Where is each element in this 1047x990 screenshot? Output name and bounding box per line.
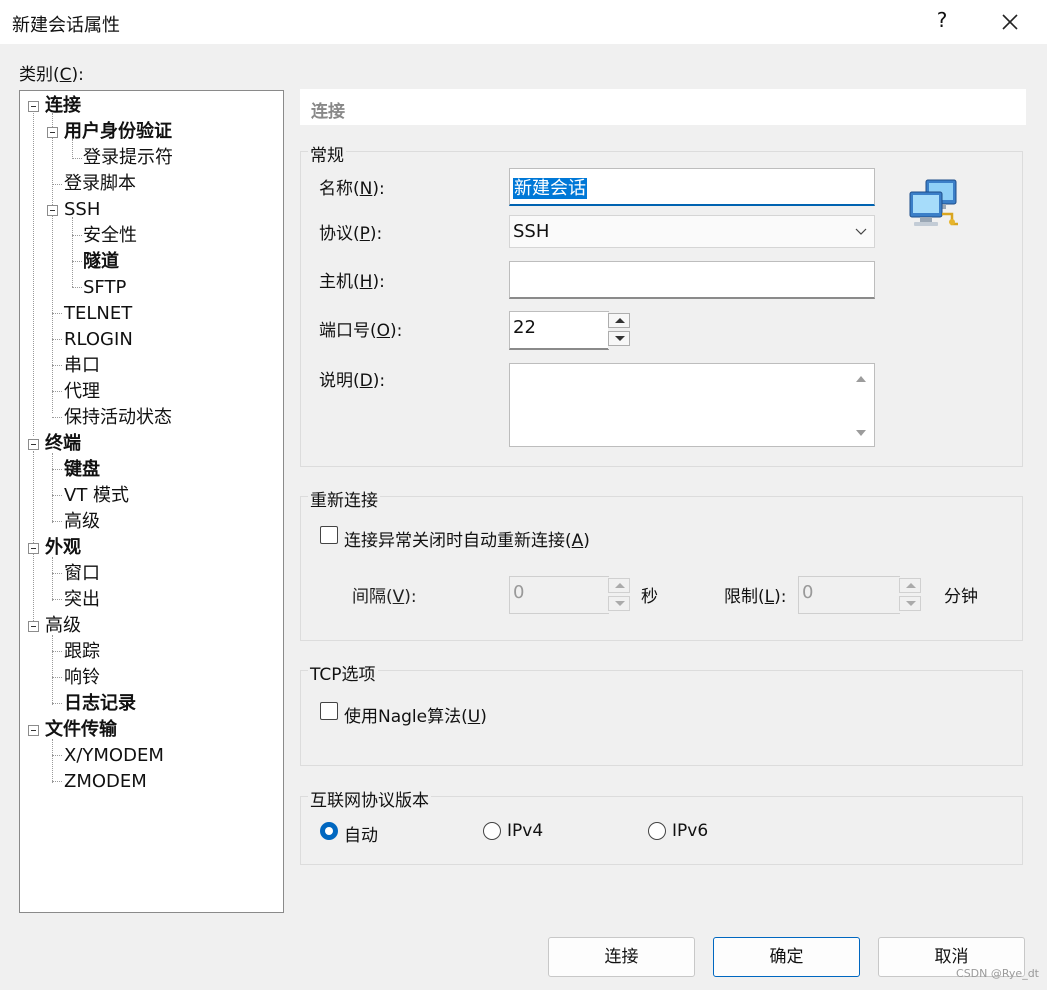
radio-auto[interactable] [320,822,338,840]
tree-item-login-prompts[interactable]: 登录提示符 [83,147,173,169]
tree-item-highlight[interactable]: 突出 [64,589,100,611]
tree-item-zmodem[interactable]: ZMODEM [64,771,147,793]
radio-ipv6[interactable] [648,822,666,840]
tree-item-vt-mode[interactable]: VT 模式 [64,485,129,507]
description-label: 说明(D): [319,371,386,391]
connect-button[interactable]: 连接 [548,937,695,977]
expander-file-transfer[interactable] [28,725,39,736]
tree-item-proxy[interactable]: 代理 [64,381,100,403]
nagle-checkbox[interactable] [320,702,338,720]
expander-appearance[interactable] [28,543,39,554]
radio-auto-label[interactable]: 自动 [344,821,378,846]
network-computers-icon [909,179,958,226]
tree-item-telnet[interactable]: TELNET [64,303,132,325]
tree-item-security[interactable]: 安全性 [83,225,137,247]
tree-item-terminal[interactable]: 终端 [45,433,81,455]
expander-connection[interactable] [28,101,39,112]
auto-reconnect-label[interactable]: 连接异常关闭时自动重新连接(A) [344,526,590,551]
category-tree[interactable]: 连接 用户身份验证 登录提示符 登录脚本 SSH 安全性 隧道 SFTP TEL… [19,90,284,913]
close-button[interactable] [996,6,1024,38]
port-field[interactable]: 22 [509,311,609,350]
tree-item-login-script[interactable]: 登录脚本 [64,173,136,195]
pane-title: 连接 [311,102,345,122]
expander-ssh[interactable] [47,205,58,216]
tree-item-rlogin[interactable]: RLOGIN [64,329,133,351]
port-label: 端口号(O): [319,321,403,341]
name-field[interactable]: 新建会话 [509,168,875,206]
tree-item-trace[interactable]: 跟踪 [64,641,100,663]
tree-item-user-auth[interactable]: 用户身份验证 [64,121,172,143]
tree-item-appearance[interactable]: 外观 [45,537,81,559]
ip-version-group-label: 互联网协议版本 [308,786,431,811]
watermark: CSDN @Rye_dt [956,967,1039,980]
limit-field[interactable]: 0 [798,576,900,614]
protocol-select[interactable]: SSH [509,215,875,248]
help-button[interactable]: ? [930,8,954,36]
limit-label: 限制(L): [724,587,787,607]
chevron-down-icon [855,228,867,235]
limit-down-button[interactable] [899,596,921,611]
window-title: 新建会话属性 [12,15,120,36]
tree-item-ssh[interactable]: SSH [64,199,100,221]
title-bar: 新建会话属性 ? [0,0,1047,44]
interval-field[interactable]: 0 [509,576,609,614]
tree-item-keyboard[interactable]: 键盘 [64,459,100,481]
description-field[interactable] [509,363,875,447]
interval-unit: 秒 [641,587,658,607]
port-down-button[interactable] [608,331,630,346]
limit-up-button[interactable] [899,578,921,593]
nagle-label[interactable]: 使用Nagle算法(U) [344,702,487,727]
host-label: 主机(H): [319,272,385,292]
tree-item-logging[interactable]: 日志记录 [64,693,136,715]
interval-up-button[interactable] [608,578,630,593]
tcp-group-label: TCP选项 [308,660,378,685]
limit-spinner[interactable] [899,577,923,613]
interval-spinner[interactable] [608,577,632,613]
tree-item-bell[interactable]: 响铃 [64,667,100,689]
reconnect-group [300,496,1023,641]
interval-down-button[interactable] [608,596,630,611]
expander-advanced[interactable] [28,621,39,632]
expander-terminal[interactable] [28,439,39,450]
close-icon [1002,14,1018,30]
tree-item-advanced[interactable]: 高级 [45,615,81,637]
interval-label: 间隔(V): [352,587,417,607]
name-label: 名称(N): [319,179,385,199]
tree-item-terminal-advanced[interactable]: 高级 [64,511,100,533]
tree-item-serial[interactable]: 串口 [64,355,100,377]
ok-button[interactable]: 确定 [713,937,860,977]
scroll-down-icon[interactable] [856,430,866,436]
auto-reconnect-checkbox[interactable] [320,526,338,544]
tree-item-keepalive[interactable]: 保持活动状态 [64,407,172,429]
tree-item-sftp[interactable]: SFTP [83,277,126,299]
pane-header: 连接 [300,89,1026,125]
port-up-button[interactable] [608,313,630,328]
reconnect-group-label: 重新连接 [308,486,380,511]
expander-auth[interactable] [47,127,58,138]
general-group-label: 常规 [308,141,346,166]
limit-unit: 分钟 [944,587,978,607]
category-label: 类别(C): [19,65,84,85]
scroll-up-icon[interactable] [856,376,866,382]
tree-item-xymodem[interactable]: X/YMODEM [64,745,164,767]
radio-ipv6-label[interactable]: IPv6 [672,821,708,841]
radio-ipv4[interactable] [483,822,501,840]
radio-ipv4-label[interactable]: IPv4 [507,821,543,841]
tree-item-tunnel[interactable]: 隧道 [83,251,119,273]
tree-item-window[interactable]: 窗口 [64,563,100,585]
host-field[interactable] [509,261,875,299]
tree-item-file-transfer[interactable]: 文件传输 [45,719,117,741]
protocol-label: 协议(P): [319,224,383,244]
tree-item-connection[interactable]: 连接 [45,95,81,117]
port-spinner[interactable] [608,312,632,349]
